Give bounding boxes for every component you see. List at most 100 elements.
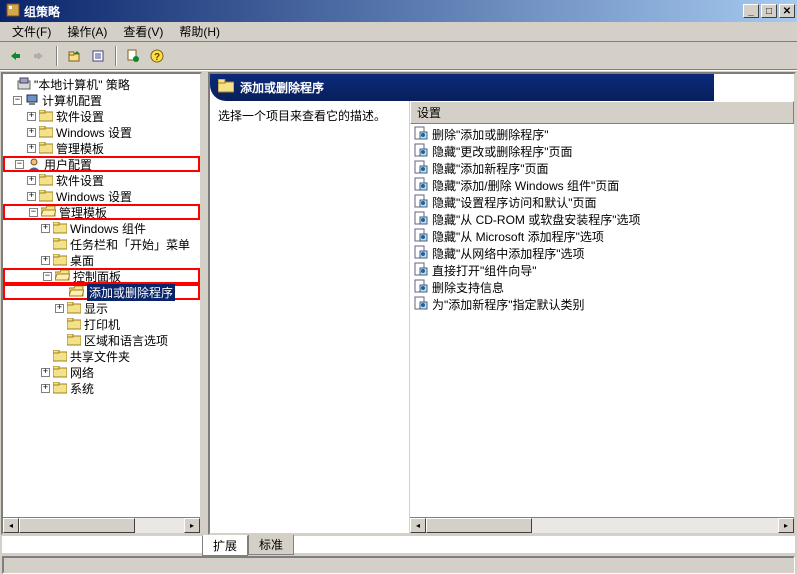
scroll-left-icon[interactable]: ◂ [3, 518, 19, 533]
svg-text:?: ? [154, 52, 160, 63]
tree-item[interactable]: 打印机 [3, 316, 200, 332]
list-scrollbar[interactable]: ◂ ▸ [410, 517, 794, 533]
tree-item[interactable]: 区域和语言选项 [3, 332, 200, 348]
tree-label: 添加或删除程序 [87, 284, 175, 301]
tree-item[interactable]: + 显示 [3, 300, 200, 316]
close-button[interactable]: ✕ [779, 4, 795, 18]
collapse-icon[interactable]: − [13, 96, 22, 105]
list-item[interactable]: 隐藏"添加/删除 Windows 组件"页面 [410, 177, 794, 194]
list-item-label: 隐藏"从 CD-ROM 或软盘安装程序"选项 [432, 211, 641, 228]
scroll-right-icon[interactable]: ▸ [778, 518, 794, 533]
properties-button[interactable] [87, 45, 109, 67]
tree-item[interactable]: + Windows 设置 [3, 124, 200, 140]
list-item[interactable]: 删除支持信息 [410, 279, 794, 296]
tree[interactable]: "本地计算机" 策略 − 计算机配置 + 软件设置 + Windows 设置 +… [3, 74, 200, 398]
tree-item[interactable]: + 软件设置 [3, 108, 200, 124]
up-button[interactable] [63, 45, 85, 67]
list-item-label: 为"添加新程序"指定默认类别 [432, 296, 585, 313]
tree-label: 管理模板 [56, 140, 104, 157]
settings-list: 设置 删除"添加或删除程序"隐藏"更改或删除程序"页面隐藏"添加新程序"页面隐藏… [410, 101, 794, 533]
forward-button[interactable] [28, 45, 50, 67]
collapse-icon[interactable]: − [29, 208, 38, 217]
tree-item[interactable]: + 桌面 [3, 252, 200, 268]
expand-icon[interactable]: + [27, 128, 36, 137]
tree-label: 用户配置 [44, 156, 92, 173]
folder-icon [53, 350, 67, 362]
user-icon [27, 157, 41, 171]
folder-icon [67, 302, 81, 314]
policy-setting-icon [414, 262, 428, 279]
title-bar: 组策略 _ □ ✕ [0, 0, 797, 22]
menu-view[interactable]: 查看(V) [115, 21, 171, 42]
detail-title: 添加或删除程序 [240, 79, 324, 96]
folder-icon [39, 126, 53, 138]
tree-add-remove-programs[interactable]: 添加或删除程序 [3, 284, 200, 300]
tree-item[interactable]: 任务栏和「开始」菜单 [3, 236, 200, 252]
folder-icon [53, 366, 67, 378]
scroll-left-icon[interactable]: ◂ [410, 518, 426, 533]
expand-icon[interactable]: + [55, 304, 64, 313]
menu-help[interactable]: 帮助(H) [171, 21, 228, 42]
expand-icon[interactable]: + [41, 224, 50, 233]
list-item[interactable]: 隐藏"设置程序访问和默认"页面 [410, 194, 794, 211]
tree-item[interactable]: + 网络 [3, 364, 200, 380]
list-item[interactable]: 隐藏"添加新程序"页面 [410, 160, 794, 177]
tree-scrollbar[interactable]: ◂ ▸ [3, 517, 200, 533]
tree-item[interactable]: + Windows 组件 [3, 220, 200, 236]
description-column: 选择一个项目来查看它的描述。 [210, 101, 410, 533]
tree-control-panel[interactable]: − 控制面板 [3, 268, 200, 284]
refresh-button[interactable] [122, 45, 144, 67]
expand-icon[interactable]: + [27, 144, 36, 153]
back-button[interactable] [4, 45, 26, 67]
expand-icon[interactable]: + [41, 368, 50, 377]
detail-header: 添加或删除程序 [210, 74, 714, 101]
status-bar [2, 556, 795, 574]
tree-item[interactable]: 共享文件夹 [3, 348, 200, 364]
list-item[interactable]: 隐藏"从 Microsoft 添加程序"选项 [410, 228, 794, 245]
menu-file[interactable]: 文件(F) [4, 21, 59, 42]
list-item[interactable]: 为"添加新程序"指定默认类别 [410, 296, 794, 313]
tree-item[interactable]: + Windows 设置 [3, 188, 200, 204]
expand-icon[interactable]: + [41, 384, 50, 393]
tree-label: 桌面 [70, 252, 94, 269]
menu-action[interactable]: 操作(A) [59, 21, 115, 42]
collapse-icon[interactable]: − [15, 160, 24, 169]
window-title: 组策略 [24, 3, 741, 20]
list-item[interactable]: 隐藏"从 CD-ROM 或软盘安装程序"选项 [410, 211, 794, 228]
policy-setting-icon [414, 126, 428, 143]
policy-setting-icon [414, 211, 428, 228]
tree-user-config[interactable]: − 用户配置 [3, 156, 200, 172]
tree-admin-templates[interactable]: − 管理模板 [3, 204, 200, 220]
tree-root[interactable]: "本地计算机" 策略 [3, 76, 200, 92]
tree-item[interactable]: + 管理模板 [3, 140, 200, 156]
help-button[interactable]: ? [146, 45, 168, 67]
tree-computer-config[interactable]: − 计算机配置 [3, 92, 200, 108]
list-item-label: 隐藏"添加新程序"页面 [432, 160, 549, 177]
tree-label: 管理模板 [59, 204, 107, 221]
minimize-button[interactable]: _ [743, 4, 759, 18]
tab-standard[interactable]: 标准 [248, 535, 294, 555]
list-item-label: 隐藏"从网络中添加程序"选项 [432, 245, 585, 262]
expand-icon[interactable]: + [27, 192, 36, 201]
tab-extended[interactable]: 扩展 [202, 535, 248, 556]
tree-label: 任务栏和「开始」菜单 [70, 236, 190, 253]
expand-icon[interactable]: + [27, 176, 36, 185]
expand-icon[interactable]: + [27, 112, 36, 121]
maximize-button[interactable]: □ [761, 4, 777, 18]
list-item-label: 删除"添加或删除程序" [432, 126, 549, 143]
tree-item[interactable]: + 系统 [3, 380, 200, 396]
folder-icon [218, 79, 234, 96]
column-header-settings[interactable]: 设置 [410, 101, 794, 124]
policy-setting-icon [414, 228, 428, 245]
expand-icon[interactable]: + [41, 256, 50, 265]
list-item[interactable]: 直接打开"组件向导" [410, 262, 794, 279]
list-item[interactable]: 隐藏"更改或删除程序"页面 [410, 143, 794, 160]
tree-label: Windows 设置 [56, 124, 132, 141]
splitter[interactable] [203, 71, 207, 536]
collapse-icon[interactable]: − [43, 272, 52, 281]
tree-label: Windows 组件 [70, 220, 146, 237]
tree-item[interactable]: + 软件设置 [3, 172, 200, 188]
scroll-right-icon[interactable]: ▸ [184, 518, 200, 533]
list-item[interactable]: 删除"添加或删除程序" [410, 126, 794, 143]
list-item[interactable]: 隐藏"从网络中添加程序"选项 [410, 245, 794, 262]
